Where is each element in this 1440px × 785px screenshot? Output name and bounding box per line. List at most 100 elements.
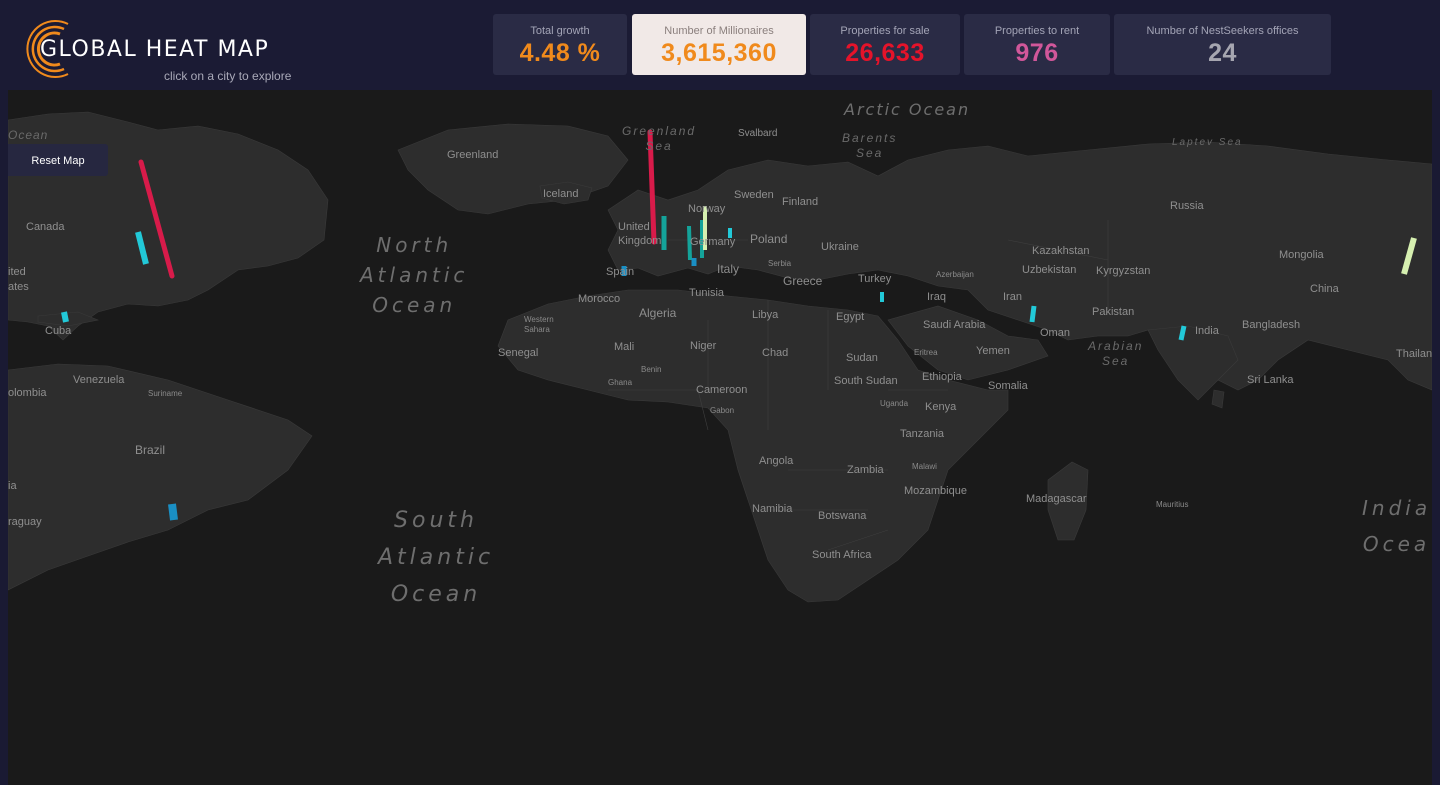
country-label: Senegal [498,347,539,359]
country-label: Ethiopia [922,371,962,383]
stat-label: Total growth [530,25,590,37]
stat-properties-to-rent[interactable]: Properties to rent 976 [964,14,1110,75]
map-bar[interactable] [61,311,69,323]
country-label: Uganda [880,399,909,408]
world-map[interactable]: Arctic Ocean North Atlantic Ocean South … [8,90,1432,785]
country-label: Greece [783,274,823,288]
country-label: Madagascar [1026,493,1087,505]
header-bar: GLOBAL HEAT MAP click on a city to explo… [0,0,1440,90]
country-label: Botswana [818,510,867,522]
country-label: South Sudan [834,375,898,387]
country-label: Yemen [976,345,1010,357]
stat-nestseekers-offices[interactable]: Number of NestSeekers offices 24 [1114,14,1331,75]
country-label: Spain [606,266,635,278]
logo-title: GLOBAL HEAT MAP [40,37,270,62]
country-label: Namibia [752,503,793,515]
country-label: Tunisia [689,287,725,299]
stat-value: 24 [1208,39,1237,67]
country-label: Kazakhstan [1032,245,1090,257]
country-label: Germany [690,236,736,248]
country-label: Finland [782,196,819,208]
map-bar[interactable] [135,231,149,265]
stat-value: 4.48 % [519,39,601,67]
country-label: Niger [690,340,717,352]
country-label: Mozambique [904,485,967,497]
country-label: Western Sahara [524,315,554,334]
stat-value: 3,615,360 [661,39,777,67]
map-bar[interactable] [168,503,178,521]
country-label: Malawi [912,462,937,471]
ocean-label: Ocean [8,128,49,142]
country-label: Brazil [135,443,166,457]
stat-properties-for-sale[interactable]: Properties for sale 26,633 [810,14,960,75]
country-label: Svalbard [738,128,778,139]
country-label: Gabon [710,406,735,415]
country-label: China [1310,283,1339,295]
country-label: Chad [762,347,789,359]
sea-label: Barents Sea [842,131,898,160]
stat-total-growth[interactable]: Total growth 4.48 % [493,14,627,75]
country-label: olombia [8,387,47,399]
country-label: Serbia [768,259,792,268]
country-label: Iran [1003,291,1022,303]
reset-map-button[interactable]: Reset Map [8,144,108,176]
country-label: Eritrea [914,348,938,357]
country-label: Canada [26,221,65,233]
country-label: Cameroon [696,384,748,396]
country-label: Benin [641,365,662,374]
country-label: Azerbaijan [936,270,974,279]
country-label: Suriname [148,389,183,398]
country-label: Russia [1170,200,1204,212]
country-label: Greenland [447,149,499,161]
stat-label: Properties for sale [840,25,930,37]
sea-label: Greenland Sea [622,124,697,153]
stat-value: 26,633 [845,39,925,67]
country-label: Libya [752,309,779,321]
country-label: Sri Lanka [1247,374,1294,386]
sea-label: Laptev Sea [1172,137,1243,148]
country-label: Venezuela [73,374,125,386]
country-label: Sudan [846,352,878,364]
country-label: Thailand [1396,348,1432,360]
country-label: Saudi Arabia [923,319,986,331]
country-label: Ghana [608,378,633,387]
country-label: Angola [759,455,794,467]
country-label: Bangladesh [1242,319,1301,331]
map-bar[interactable] [1401,237,1417,275]
ocean-label: North Atlantic Ocean [360,233,469,317]
stat-label: Number of NestSeekers offices [1146,25,1299,37]
country-label: Egypt [836,311,865,323]
stat-number-of-millionaires[interactable]: Number of Millionaires 3,615,360 [632,14,806,75]
country-label: Zambia [847,464,884,476]
stat-label: Number of Millionaires [664,25,774,37]
country-label: ia [8,480,17,492]
country-label: Algeria [639,306,677,320]
country-label: Norway [688,203,726,215]
country-label: Iraq [927,291,946,303]
country-label: Turkey [858,273,892,285]
map-bars-layer [61,129,1417,521]
country-label: raguay [8,516,42,528]
country-label: South Africa [812,549,872,561]
country-label: ited ates [8,266,29,293]
country-label: Italy [717,262,740,276]
map-bar[interactable] [1178,325,1187,341]
country-label: India [1195,325,1219,337]
sea-label: Arabian Sea [1088,339,1144,368]
ocean-label: India Ocea [1362,496,1432,556]
stat-value: 976 [1015,39,1059,67]
logo[interactable]: GLOBAL HEAT MAP click on a city to explo… [14,18,304,84]
country-label: Poland [750,232,788,246]
country-label: Somalia [988,380,1028,392]
country-label: Iceland [543,188,579,200]
country-label: Kenya [925,401,957,413]
ocean-label: Arctic Ocean [844,100,971,119]
country-label: Mauritius [1156,500,1189,509]
country-label: Uzbekistan [1022,264,1077,276]
ocean-label: South Atlantic Ocean [378,508,495,607]
map-bar[interactable] [1029,305,1037,323]
country-label: United Kingdom [618,221,662,247]
country-label: Oman [1040,327,1070,339]
country-label: Tanzania [900,428,945,440]
country-label: Cuba [45,325,72,337]
